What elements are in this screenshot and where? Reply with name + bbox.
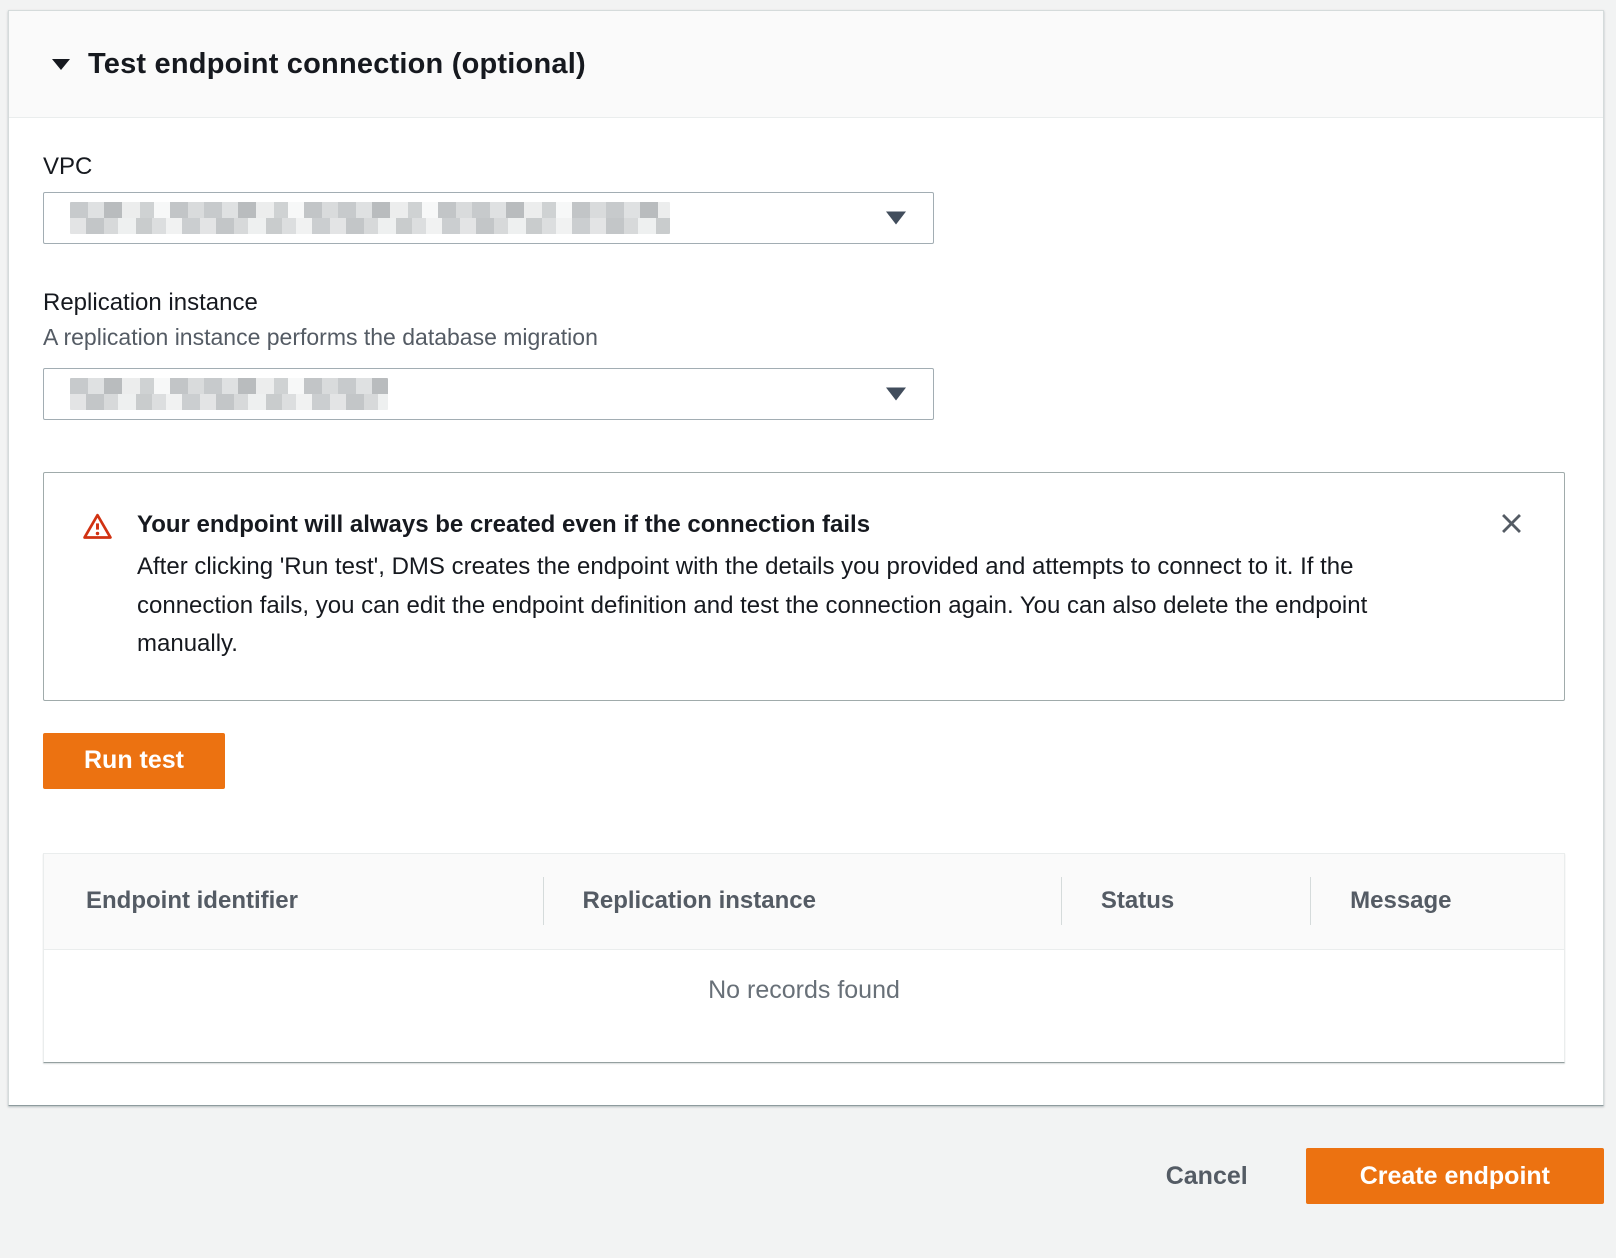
create-endpoint-button[interactable]: Create endpoint bbox=[1306, 1148, 1604, 1204]
dms-create-endpoint-page: Test endpoint connection (optional) VPC … bbox=[0, 0, 1616, 1258]
table-empty-state: No records found bbox=[44, 950, 1564, 1062]
warning-dismiss-button[interactable] bbox=[1491, 503, 1532, 547]
endpoint-warning-alert: Your endpoint will always be created eve… bbox=[43, 472, 1565, 701]
section-header-test-endpoint-connection[interactable]: Test endpoint connection (optional) bbox=[9, 11, 1603, 118]
column-header-status[interactable]: Status bbox=[1061, 854, 1310, 949]
column-header-message[interactable]: Message bbox=[1310, 854, 1564, 949]
warning-text: Your endpoint will always be created eve… bbox=[137, 509, 1437, 664]
warning-title: Your endpoint will always be created eve… bbox=[137, 509, 1437, 541]
column-header-replication-instance[interactable]: Replication instance bbox=[543, 854, 1061, 949]
replication-instance-redacted-value bbox=[70, 378, 388, 410]
section-body: VPC Replication instance A replication i… bbox=[9, 152, 1603, 1063]
replication-instance-select[interactable] bbox=[43, 368, 934, 420]
cancel-button[interactable]: Cancel bbox=[1166, 1162, 1248, 1191]
vpc-label: VPC bbox=[43, 152, 1565, 182]
caret-down-icon bbox=[885, 211, 907, 226]
vpc-select[interactable] bbox=[43, 192, 934, 244]
replication-instance-label: Replication instance bbox=[43, 288, 1565, 318]
warning-triangle-icon bbox=[82, 511, 113, 664]
caret-down-icon bbox=[51, 58, 71, 71]
section-title: Test endpoint connection (optional) bbox=[88, 48, 586, 81]
run-test-button[interactable]: Run test bbox=[43, 733, 225, 789]
warning-body: After clicking 'Run test', DMS creates t… bbox=[137, 548, 1437, 664]
test-endpoint-connection-panel: Test endpoint connection (optional) VPC … bbox=[8, 10, 1604, 1106]
table-header-row: Endpoint identifier Replication instance… bbox=[44, 854, 1564, 950]
caret-down-icon bbox=[885, 387, 907, 402]
test-results-table: Endpoint identifier Replication instance… bbox=[43, 853, 1565, 1063]
form-actions-footer: Cancel Create endpoint bbox=[1166, 1148, 1604, 1204]
vpc-redacted-value bbox=[70, 202, 670, 234]
replication-instance-description: A replication instance performs the data… bbox=[43, 323, 1565, 352]
column-header-endpoint-identifier[interactable]: Endpoint identifier bbox=[44, 854, 543, 949]
close-icon bbox=[1497, 509, 1526, 541]
